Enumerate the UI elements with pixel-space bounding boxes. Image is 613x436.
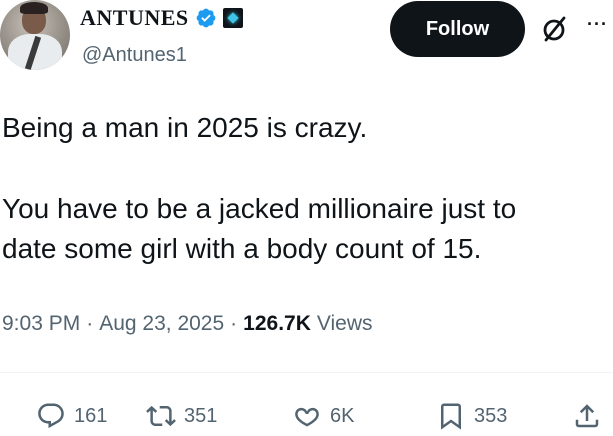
tweet-line-3: date some girl with a body count of 15. <box>2 233 482 264</box>
verified-badge-icon[interactable] <box>195 7 217 29</box>
like-count: 6K <box>330 404 355 427</box>
share-button[interactable] <box>572 396 602 436</box>
divider <box>0 372 613 373</box>
like-button[interactable]: 6K <box>292 396 354 436</box>
meta-separator: · <box>230 312 238 335</box>
reply-count: 161 <box>74 404 108 427</box>
meta-separator: · <box>86 312 94 335</box>
tweet-card: ANTUNES @Antunes1 Follow ··· Being a man… <box>0 0 613 436</box>
bookmark-icon <box>441 403 461 430</box>
action-bar: 161 351 6K 353 <box>0 396 613 436</box>
author-handle[interactable]: @Antunes1 <box>82 44 187 67</box>
bookmark-count: 353 <box>474 404 508 427</box>
repost-button[interactable]: 351 <box>146 396 217 436</box>
follow-button[interactable]: Follow <box>390 1 525 57</box>
author-display-name[interactable]: ANTUNES <box>80 5 189 31</box>
heart-icon <box>295 407 319 427</box>
bookmark-button[interactable]: 353 <box>436 396 507 436</box>
more-options-icon[interactable]: ··· <box>587 14 608 35</box>
avatar[interactable] <box>0 0 70 70</box>
tweet-text: Being a man in 2025 is crazy. You have t… <box>2 108 602 269</box>
tweet-line-1: Being a man in 2025 is crazy. <box>2 112 368 143</box>
tweet-time[interactable]: 9:03 PM <box>2 312 80 336</box>
repost-count: 351 <box>184 404 218 427</box>
share-icon <box>575 404 599 428</box>
views-count[interactable]: 126.7K <box>243 312 311 336</box>
tweet-line-2: You have to be a jacked millionaire just… <box>2 193 517 224</box>
author-name-row: ANTUNES <box>80 4 243 32</box>
affiliate-diamond <box>226 12 239 24</box>
reply-button[interactable]: 161 <box>36 396 107 436</box>
tweet-date[interactable]: Aug 23, 2025 <box>99 312 224 336</box>
reply-icon <box>38 403 64 429</box>
repost-icon <box>146 405 176 427</box>
grok-icon[interactable] <box>540 14 570 44</box>
tweet-meta: 9:03 PM · Aug 23, 2025 · 126.7K Views <box>2 312 373 336</box>
views-label: Views <box>316 312 373 335</box>
avatar-hair <box>20 2 48 14</box>
affiliate-badge-icon[interactable] <box>222 8 243 28</box>
